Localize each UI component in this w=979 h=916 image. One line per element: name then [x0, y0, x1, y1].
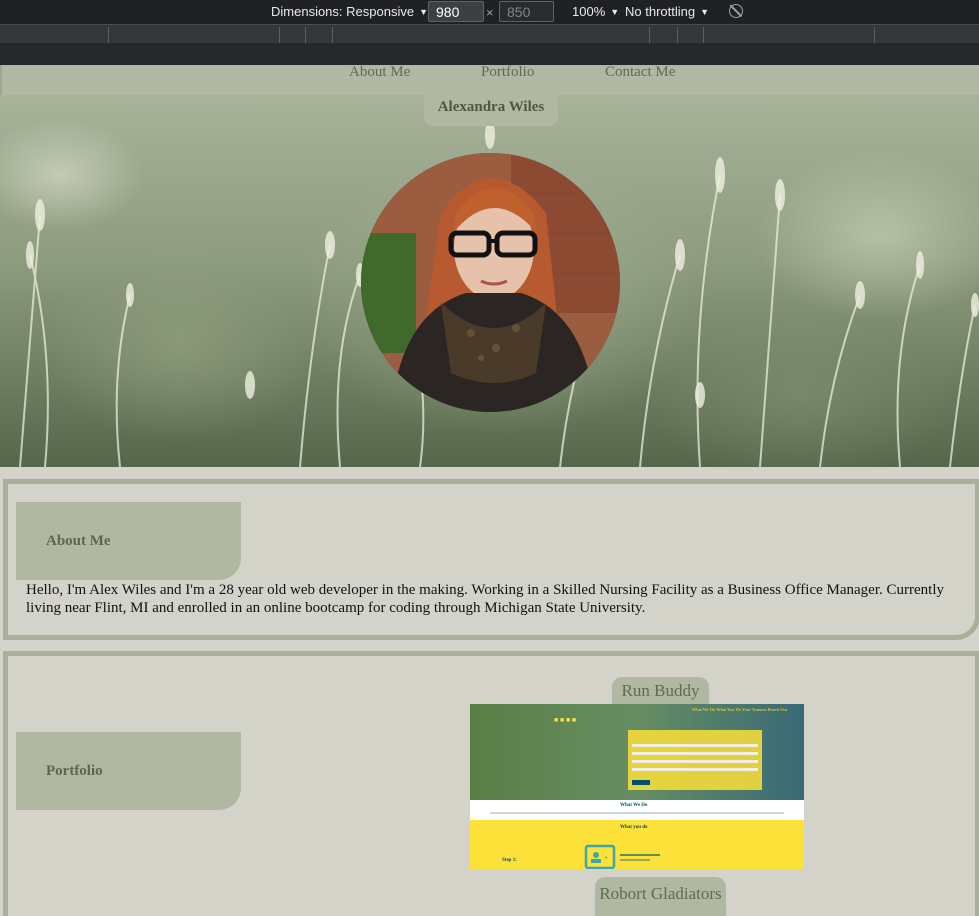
- throttling-label: No throttling: [625, 4, 696, 19]
- width-input[interactable]: 980: [428, 1, 484, 22]
- screenshot-section-2: What you do: [620, 825, 648, 830]
- top-nav: About Me Portfolio Contact Me: [0, 65, 979, 95]
- portfolio-heading: Portfolio: [16, 732, 241, 810]
- zoom-label: 100%: [572, 4, 606, 19]
- run-buddy-screenshot[interactable]: What We Do What You Do Your Trainers Rea…: [470, 704, 804, 869]
- ruler-segment[interactable]: [305, 27, 306, 43]
- name-title: Alexandra Wiles: [424, 95, 558, 126]
- about-paragraph: Hello, I'm Alex Wiles and I'm a 28 year …: [26, 582, 944, 616]
- screenshot-section-1: What We Do: [620, 803, 648, 808]
- ruler-segment[interactable]: [703, 27, 704, 43]
- media-query-ruler: [0, 24, 979, 43]
- caret-down-icon: ▼: [610, 7, 620, 17]
- height-input[interactable]: 850: [499, 1, 554, 22]
- ruler-segment[interactable]: [108, 27, 109, 43]
- screenshot-step-label: Step 1:: [502, 858, 517, 863]
- about-section: About Me Hello, I'm Alex Wiles and I'm a…: [3, 479, 979, 640]
- devtools-device-toolbar: Dimensions: Responsive ▼ 980 × 850 100% ▼ …: [0, 0, 979, 24]
- svg-text:+: +: [604, 855, 608, 862]
- ruler-segment[interactable]: [649, 27, 650, 43]
- profile-photo: [361, 153, 620, 412]
- caret-down-icon: ▼: [419, 7, 428, 17]
- ruler-segment[interactable]: [677, 27, 678, 43]
- nav-link-about[interactable]: About Me: [349, 65, 410, 80]
- nav-link-contact[interactable]: Contact Me: [605, 65, 675, 80]
- about-heading: About Me: [16, 502, 241, 580]
- rotate-icon[interactable]: [729, 4, 743, 18]
- ruler-segment[interactable]: [279, 27, 280, 43]
- page-viewport: About Me Portfolio Contact Me Alexandra …: [0, 65, 979, 916]
- devtools-spacer: [0, 43, 979, 65]
- project-title-run-buddy[interactable]: Run Buddy: [612, 677, 709, 704]
- dimensions-label: Dimensions: Responsive: [271, 4, 415, 19]
- throttling-dropdown[interactable]: No throttling ▼: [625, 4, 709, 19]
- ruler-segment[interactable]: [874, 27, 875, 43]
- screenshot-hero-text: ■ ■ ■ ■: [554, 716, 576, 724]
- zoom-dropdown[interactable]: 100% ▼: [572, 4, 619, 19]
- times-sign: ×: [486, 5, 494, 20]
- portfolio-section: Portfolio Run Buddy What We Do What You …: [3, 651, 979, 916]
- ruler-segment[interactable]: [332, 27, 333, 43]
- caret-down-icon: ▼: [700, 7, 710, 17]
- project-title-robot-gladiators[interactable]: Robort Gladiators: [595, 877, 726, 916]
- dimensions-dropdown[interactable]: Dimensions: Responsive ▼: [271, 4, 428, 19]
- screenshot-nav-text: What We Do What You Do Your Trainers Rea…: [692, 707, 788, 712]
- nav-link-portfolio[interactable]: Portfolio: [481, 65, 534, 80]
- hero-banner: Alexandra Wiles: [0, 95, 979, 467]
